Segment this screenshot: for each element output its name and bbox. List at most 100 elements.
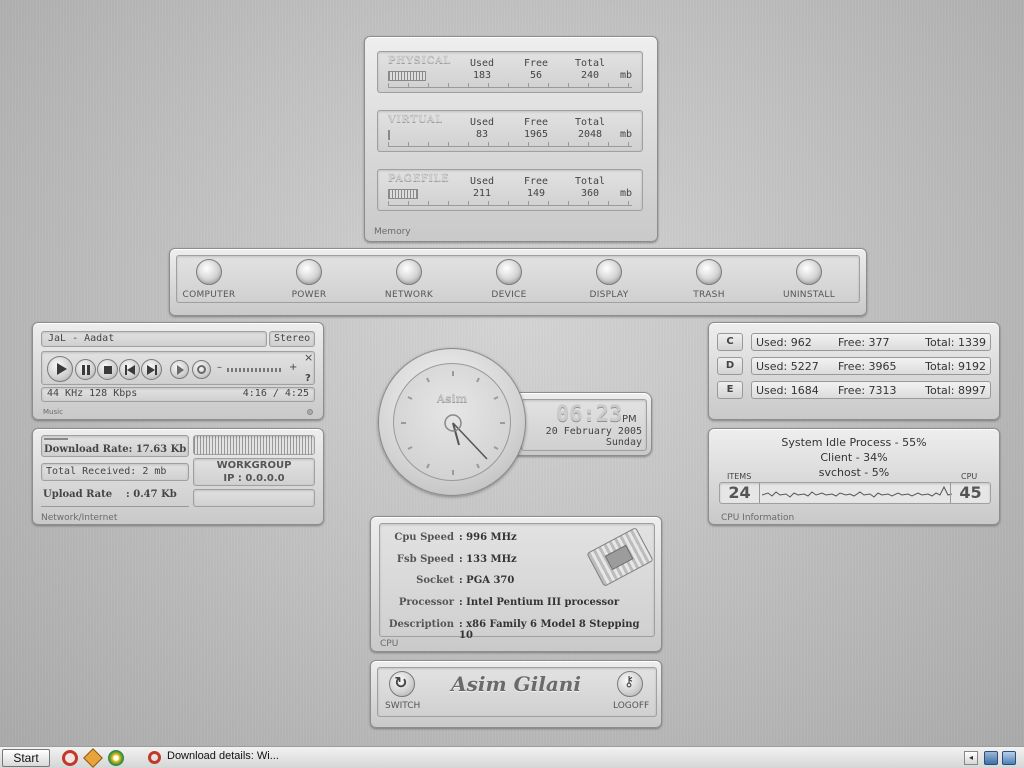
cpu-graph-area: 24 45: [719, 482, 991, 504]
opera-icon: [148, 751, 161, 764]
memory-free-value: 56: [529, 70, 543, 81]
cpu-detail-label: Socket: [416, 575, 454, 586]
digital-time: 06:23: [556, 402, 623, 427]
help-icon[interactable]: ?: [305, 373, 311, 384]
cpu-value: 45: [959, 483, 982, 502]
date-panel: 06:23 PM 20 February 2005 Sunday: [512, 392, 652, 456]
network-icon: [396, 259, 422, 285]
pause-icon: [82, 365, 90, 375]
power-icon: [296, 259, 322, 285]
upload-rate: Upload Rate : 0.47 Kb: [43, 489, 177, 500]
logoff-button[interactable]: ⚷: [617, 671, 643, 697]
memory-usage-fill: [388, 130, 390, 140]
volume-up-icon[interactable]: +: [289, 362, 297, 373]
pencil-quicklaunch-icon[interactable]: [83, 748, 103, 768]
stop-button[interactable]: [97, 359, 118, 380]
memory-usage-fill: [388, 71, 426, 81]
trash-icon: [696, 259, 722, 285]
launcher-uninstall-button[interactable]: UNINSTALL: [769, 259, 849, 300]
opera-quicklaunch-icon[interactable]: [62, 750, 78, 766]
memory-usage-fill: [388, 189, 418, 199]
key-icon: ⚷: [624, 674, 635, 690]
cpu-value-box: 45: [950, 483, 990, 503]
download-meter: [44, 438, 68, 440]
memory-row-physical: PHYSICAL Used Free Total 183 56 240 mb: [377, 51, 643, 93]
memory-row-label: PHYSICAL: [388, 55, 451, 66]
memory-header-free: Free: [523, 117, 549, 128]
launcher-trash-button[interactable]: TRASH: [669, 259, 749, 300]
user-panel: ↻ SWITCH Asim Gilani ⚷ LOGOFF: [370, 660, 662, 728]
cpu-detail-value: : 133 MHz: [459, 554, 517, 565]
open-file-button[interactable]: [170, 360, 189, 379]
memory-used-value: 211: [472, 188, 492, 199]
device-icon: [496, 259, 522, 285]
memory-unit: mb: [619, 129, 632, 140]
memory-header-used: Used: [469, 58, 495, 69]
cpu-caption: CPU: [380, 639, 399, 649]
memory-header-used: Used: [469, 176, 495, 187]
launcher-panel: COMPUTER POWER NETWORK DEVICE DISPLAY TR…: [169, 248, 867, 316]
track-time: 4:16 / 4:25: [242, 388, 309, 399]
volume-down-icon[interactable]: –: [217, 362, 222, 373]
repeat-button[interactable]: [192, 360, 211, 379]
media-player-quicklaunch-icon[interactable]: [108, 750, 124, 766]
eject-icon: [177, 365, 184, 375]
upload-rate-box: Upload Rate : 0.47 Kb: [41, 485, 189, 507]
launcher-display-button[interactable]: DISPLAY: [569, 259, 649, 300]
taskbar-item-download[interactable]: Download details: Wi...: [146, 749, 336, 767]
drive-free: Free: 3965: [838, 360, 897, 373]
tray-scroll-button[interactable]: ◂: [964, 751, 978, 765]
launcher-computer-button[interactable]: COMPUTER: [169, 259, 249, 300]
memory-free-value: 1965: [523, 129, 549, 140]
volume-tray-icon[interactable]: [1002, 751, 1016, 765]
total-received-box: Total Received: 2 mb: [41, 463, 189, 481]
launcher-label: NETWORK: [384, 290, 434, 300]
audio-quality: 44 KHz 128 Kbps: [47, 388, 138, 399]
network-tray-icon[interactable]: [984, 751, 998, 765]
download-rate: Download Rate: 17.63 Kb: [44, 444, 187, 455]
next-button[interactable]: [141, 359, 162, 380]
date-text: 20 February 2005: [545, 426, 642, 437]
launcher-device-button[interactable]: DEVICE: [469, 259, 549, 300]
memory-row-virtual: VIRTUAL Used Free Total 83 1965 2048 mb: [377, 110, 643, 152]
volume-slider[interactable]: [227, 368, 281, 372]
close-icon[interactable]: ×: [304, 351, 313, 364]
drive-e-button[interactable]: E: [717, 381, 743, 399]
launcher-label: TRASH: [693, 290, 725, 300]
drive-c-button[interactable]: C: [717, 333, 743, 351]
process-2: Client - 34%: [820, 451, 888, 464]
day-text: Sunday: [605, 437, 642, 448]
stereo-indicator: Stereo: [269, 331, 315, 347]
cpu-detail-label: Fsb Speed: [396, 554, 454, 565]
display-icon: [596, 259, 622, 285]
play-button[interactable]: [47, 356, 73, 382]
drive-d-button[interactable]: D: [717, 357, 743, 375]
cpu-panel: Cpu Speed : 996 MHz Fsb Speed : 133 MHz …: [370, 516, 662, 652]
taskbar-item-label: Download details: Wi...: [167, 750, 279, 762]
workgroup-box: WORKGROUP IP : 0.0.0.0: [193, 458, 315, 486]
cpu-information-panel: System Idle Process - 55% Client - 34% s…: [708, 428, 1000, 525]
player-status-bar: 44 KHz 128 Kbps 4:16 / 4:25: [41, 387, 315, 402]
memory-scale: [388, 142, 632, 147]
switch-label: SWITCH: [385, 701, 421, 711]
memory-used-value: 183: [472, 70, 492, 81]
pause-button[interactable]: [75, 359, 96, 380]
previous-button[interactable]: [119, 359, 140, 380]
process-1: System Idle Process - 55%: [781, 436, 927, 449]
drives-panel: C Used: 962 Free: 377 Total: 1339 D Used…: [708, 322, 1000, 420]
repeat-icon: [197, 365, 206, 374]
launcher-label: DISPLAY: [589, 290, 629, 300]
clock-owner: Asim: [436, 392, 468, 405]
expand-icon[interactable]: [307, 409, 313, 415]
memory-unit: mb: [619, 188, 632, 199]
launcher-power-button[interactable]: POWER: [269, 259, 349, 300]
cpu-detail-value: : x86 Family 6 Model 8 Stepping 10: [459, 619, 640, 641]
music-caption: Music: [43, 408, 63, 416]
memory-row-pagefile: PAGEFILE Used Free Total 211 149 360 mb: [377, 169, 643, 211]
start-button[interactable]: Start: [2, 749, 50, 767]
computer-icon: [196, 259, 222, 285]
memory-panel: PHYSICAL Used Free Total 183 56 240 mb V…: [364, 36, 658, 242]
memory-total-value: 2048: [577, 129, 603, 140]
cpu-usage-graph: [762, 485, 952, 498]
launcher-network-button[interactable]: NETWORK: [369, 259, 449, 300]
